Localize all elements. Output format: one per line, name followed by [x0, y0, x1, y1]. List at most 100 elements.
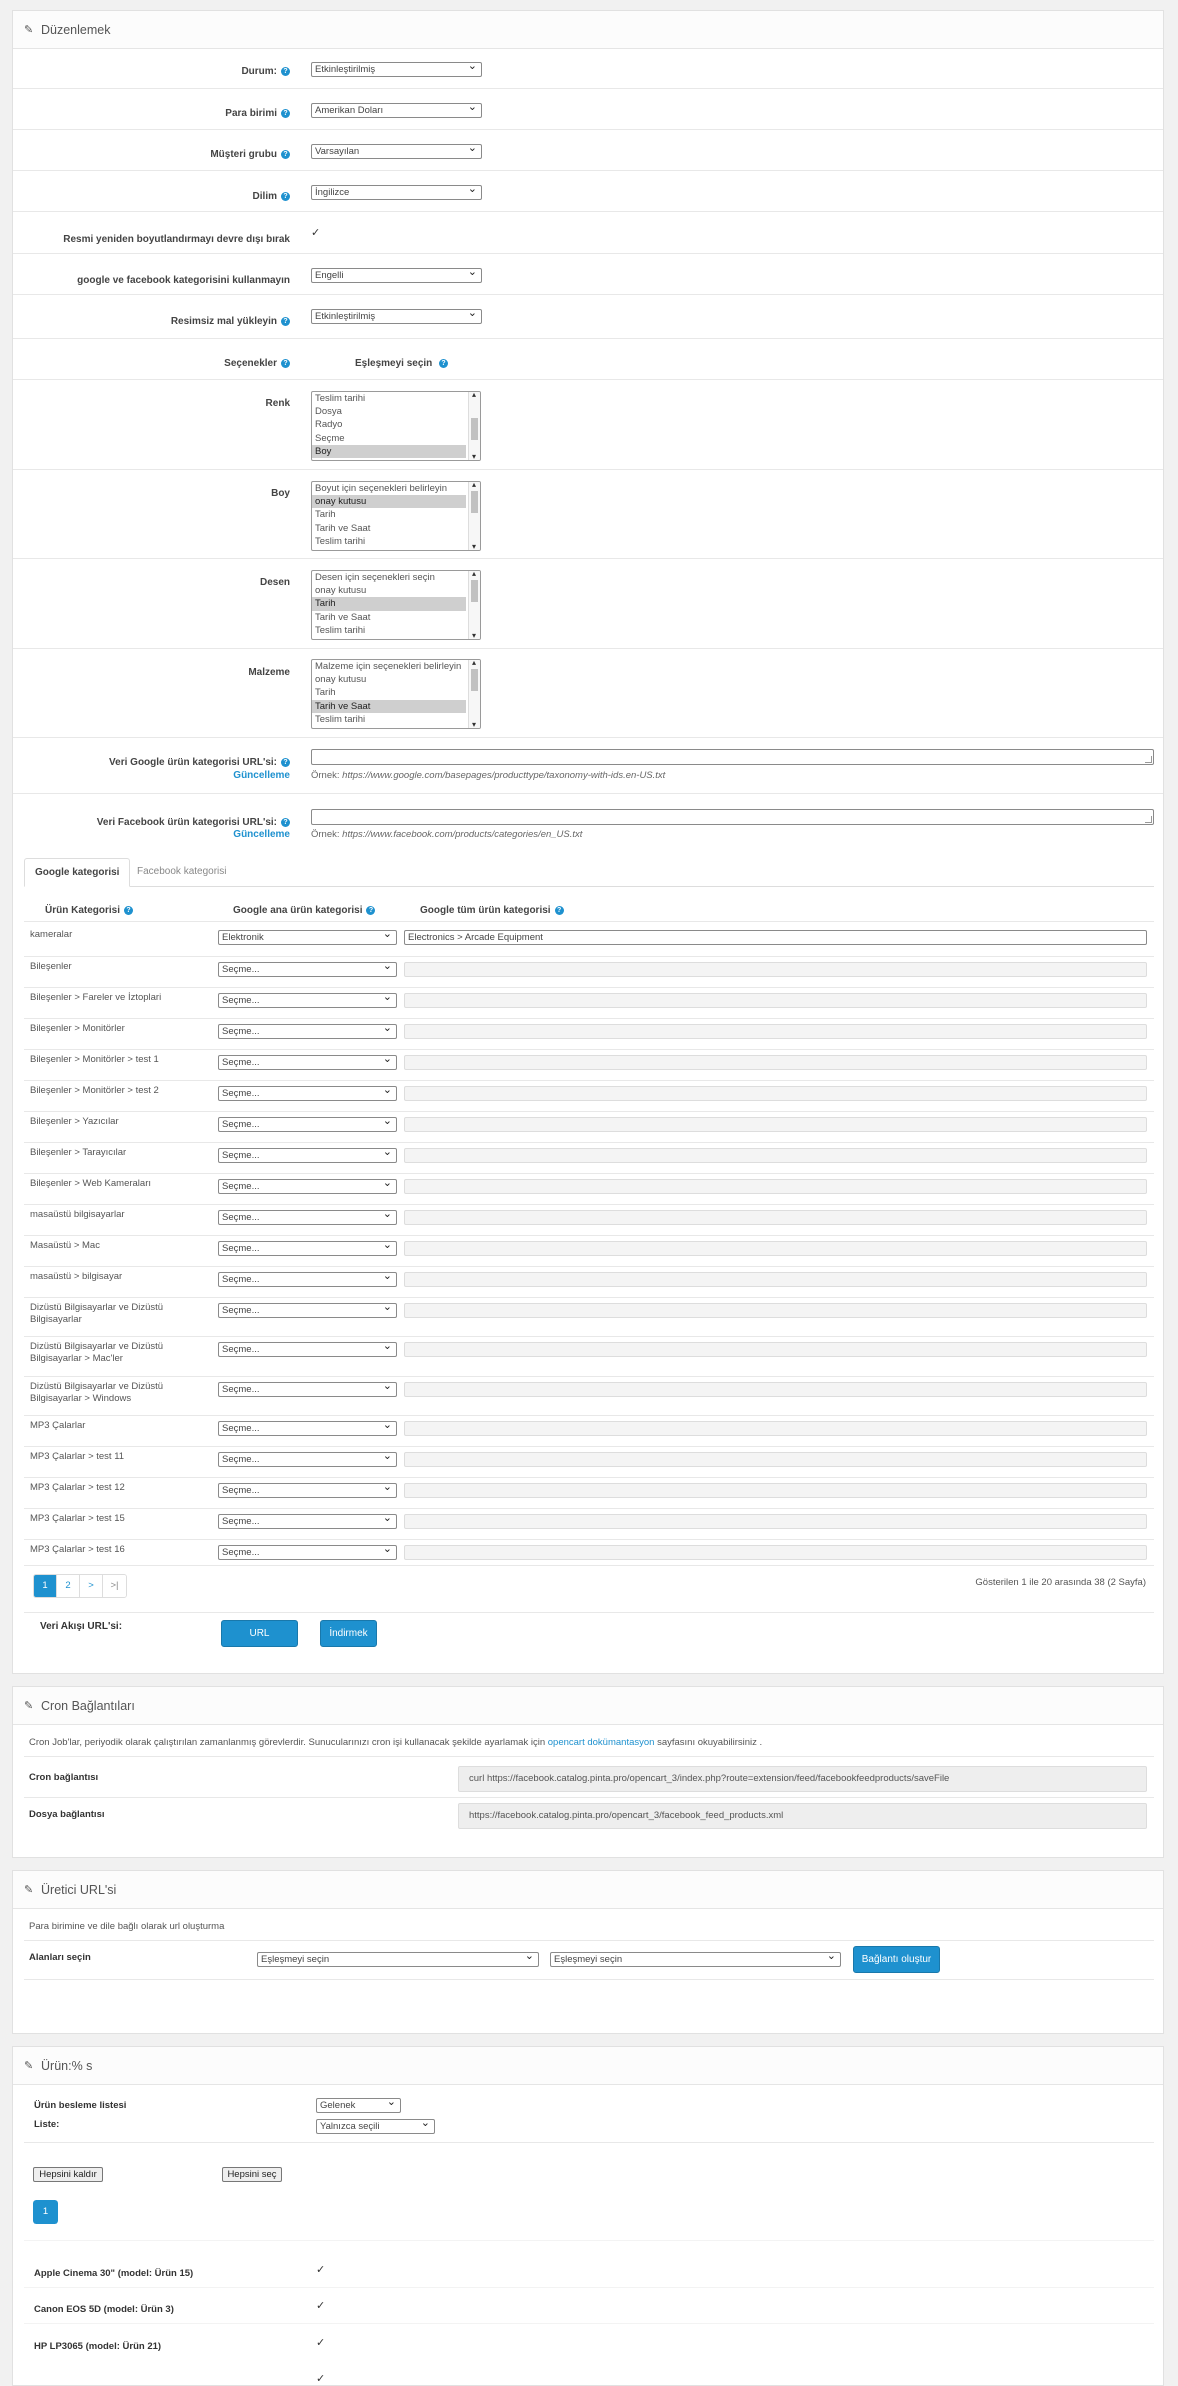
list-option[interactable]: Tarih — [312, 508, 466, 521]
list-option-selected[interactable]: Tarih ve Saat — [312, 699, 466, 713]
google-main-category-select[interactable]: Seçme... — [218, 1179, 397, 1194]
language-select[interactable]: İngilizce — [311, 185, 482, 200]
currency-select[interactable]: Amerikan Doları — [311, 103, 482, 118]
generator-select-1[interactable]: Eşleşmeyi seçin — [257, 1952, 539, 1967]
google-full-category-input[interactable] — [404, 1055, 1147, 1070]
customer-group-select[interactable]: Varsayılan — [311, 144, 482, 159]
scrollbar-thumb[interactable] — [471, 491, 478, 513]
help-icon[interactable]: ? — [439, 359, 449, 368]
product-checkbox[interactable]: ✓ — [316, 2372, 325, 2385]
google-full-category-input[interactable] — [404, 1179, 1147, 1194]
generator-select-2[interactable]: Eşleşmeyi seçin — [550, 1952, 841, 1967]
scrollbar-thumb[interactable] — [471, 580, 478, 602]
google-full-category-input[interactable] — [404, 1272, 1147, 1287]
google-full-category-input[interactable] — [404, 1024, 1147, 1039]
scrollbar[interactable] — [468, 660, 480, 728]
help-icon[interactable]: ? — [366, 906, 376, 915]
google-full-category-input[interactable] — [404, 1452, 1147, 1467]
list-option[interactable]: Tarih ve Saat — [312, 611, 466, 624]
google-main-category-select[interactable]: Seçme... — [218, 1421, 397, 1436]
google-main-category-select[interactable]: Seçme... — [218, 1210, 397, 1225]
option-listbox-malzeme[interactable]: Malzeme için seçenekleri belirleyin onay… — [311, 659, 481, 729]
google-main-category-select[interactable]: Seçme... — [218, 1241, 397, 1256]
help-icon[interactable]: ? — [281, 109, 290, 118]
google-main-category-select[interactable]: Seçme... — [218, 1342, 397, 1357]
google-full-category-input[interactable] — [404, 1421, 1147, 1436]
facebook-url-textarea[interactable] — [311, 809, 1154, 825]
product-checkbox[interactable]: ✓ — [316, 2299, 325, 2312]
page-button[interactable]: 2 — [57, 1575, 80, 1597]
google-full-category-input[interactable]: Electronics > Arcade Equipment — [404, 930, 1147, 945]
google-main-category-select[interactable]: Seçme... — [218, 1086, 397, 1101]
help-icon[interactable]: ? — [554, 906, 564, 915]
list-option[interactable]: Malzeme için seçenekleri belirleyin — [312, 660, 466, 673]
google-full-category-input[interactable] — [404, 962, 1147, 977]
option-listbox-desen[interactable]: Desen için seçenekleri seçin onay kutusu… — [311, 570, 481, 640]
tab-google-category[interactable]: Google kategorisi — [24, 858, 131, 887]
google-main-category-select[interactable]: Seçme... — [218, 1452, 397, 1467]
product-checkbox[interactable]: ✓ — [316, 2336, 325, 2349]
list-option[interactable]: Desen için seçenekleri seçin — [312, 571, 466, 584]
google-url-textarea[interactable] — [311, 749, 1154, 765]
list-option[interactable]: Boyut için seçenekleri belirleyin — [312, 482, 466, 495]
no-image-select[interactable]: Etkinleştirilmiş — [311, 309, 482, 324]
list-option[interactable]: Tarih ve Saat — [312, 522, 466, 535]
file-link-field[interactable]: https://facebook.catalog.pinta.pro/openc… — [458, 1803, 1147, 1829]
google-full-category-input[interactable] — [404, 1342, 1147, 1357]
list-option[interactable]: Tarih — [312, 686, 466, 699]
google-full-category-input[interactable] — [404, 1514, 1147, 1529]
download-button[interactable]: İndirmek — [320, 1620, 377, 1647]
google-main-category-select[interactable]: Seçme... — [218, 1024, 397, 1039]
scrollbar-thumb[interactable] — [471, 669, 478, 691]
list-option[interactable]: onay kutusu — [312, 584, 466, 597]
scrollbar-thumb[interactable] — [471, 418, 478, 440]
google-main-category-select[interactable]: Seçme... — [218, 1272, 397, 1287]
page-button[interactable]: 1 — [34, 1575, 57, 1597]
google-full-category-input[interactable] — [404, 1117, 1147, 1132]
help-icon[interactable]: ? — [281, 192, 290, 201]
list-option[interactable]: Dosya — [312, 405, 466, 418]
scrollbar[interactable] — [468, 392, 480, 460]
help-icon[interactable]: ? — [281, 818, 290, 827]
facebook-update-link[interactable]: Güncelleme — [233, 829, 290, 840]
list-option[interactable]: Teslim tarihi — [312, 624, 466, 637]
google-full-category-input[interactable] — [404, 1210, 1147, 1225]
help-icon[interactable]: ? — [281, 150, 290, 159]
list-option[interactable]: Teslim tarihi — [312, 535, 466, 548]
disable-resize-checkbox[interactable]: ✓ — [311, 226, 320, 239]
create-link-button[interactable]: Bağlantı oluştur — [853, 1946, 940, 1973]
google-full-category-input[interactable] — [404, 1545, 1147, 1560]
google-main-category-select[interactable]: Seçme... — [218, 1303, 397, 1318]
list-option[interactable]: Seçme — [312, 432, 466, 445]
feed-list-select[interactable]: Gelenek — [316, 2098, 401, 2113]
google-main-category-select[interactable]: Seçme... — [218, 1545, 397, 1560]
cron-link-field[interactable]: curl https://facebook.catalog.pinta.pro/… — [458, 1766, 1147, 1792]
help-icon[interactable]: ? — [281, 758, 290, 767]
tab-facebook-category[interactable]: Facebook kategorisi — [127, 858, 237, 887]
opencart-docs-link[interactable]: opencart dokümantasyon — [548, 1737, 655, 1748]
list-option-selected[interactable]: Tarih — [312, 597, 466, 611]
list-option-selected[interactable]: Boy — [312, 444, 466, 458]
page-button[interactable]: 1 — [33, 2200, 58, 2224]
help-icon[interactable]: ? — [281, 317, 290, 326]
list-option[interactable]: Teslim tarihi — [312, 713, 466, 726]
google-update-link[interactable]: Güncelleme — [233, 770, 290, 781]
next-page-button[interactable]: > — [80, 1575, 103, 1597]
option-listbox-boy[interactable]: Boyut için seçenekleri belirleyin onay k… — [311, 481, 481, 551]
google-main-category-select[interactable]: Elektronik — [218, 930, 397, 945]
scrollbar[interactable] — [468, 571, 480, 639]
list-option[interactable]: onay kutusu — [312, 673, 466, 686]
select-all-button[interactable]: Hepsini seç — [222, 2167, 282, 2182]
list-select[interactable]: Yalnızca seçili — [316, 2119, 435, 2134]
google-main-category-select[interactable]: Seçme... — [218, 1382, 397, 1397]
google-full-category-input[interactable] — [404, 1086, 1147, 1101]
no-categories-select[interactable]: Engelli — [311, 268, 482, 283]
help-icon[interactable]: ? — [281, 359, 290, 368]
google-main-category-select[interactable]: Seçme... — [218, 962, 397, 977]
google-main-category-select[interactable]: Seçme... — [218, 993, 397, 1008]
list-option[interactable]: Teslim tarihi — [312, 392, 466, 405]
help-icon[interactable]: ? — [124, 906, 134, 915]
google-full-category-input[interactable] — [404, 993, 1147, 1008]
google-main-category-select[interactable]: Seçme... — [218, 1483, 397, 1498]
last-page-button[interactable]: >| — [103, 1575, 126, 1597]
